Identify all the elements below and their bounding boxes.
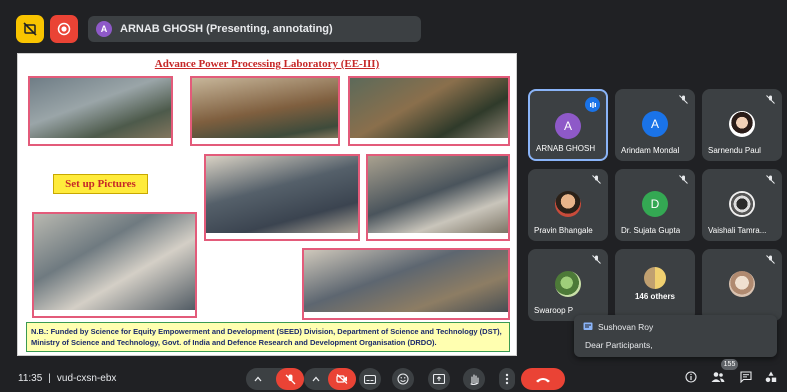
separator: |	[48, 373, 51, 384]
participant-name: Swaroop P	[534, 306, 574, 315]
meeting-code: vud-cxsn-ebx	[56, 373, 117, 384]
people-icon	[711, 372, 725, 382]
others-avatars	[644, 267, 666, 289]
mic-off-icon	[592, 175, 601, 186]
participant-tile[interactable]	[702, 249, 782, 321]
microphone-control[interactable]	[246, 368, 304, 390]
lab-photo-7	[302, 248, 510, 320]
participant-name: Arindam Mondal	[621, 146, 680, 155]
meeting-details-button[interactable]	[685, 370, 697, 388]
camera-off-icon	[336, 374, 348, 384]
chat-message: Dear Participants,	[585, 340, 653, 350]
presenting-label: ARNAB GHOSH (Presenting, annotating)	[120, 23, 333, 35]
mic-off-icon	[679, 175, 688, 186]
participant-name: Pravin Bhangale	[534, 226, 593, 235]
chat-sender: Sushovan Roy	[583, 322, 653, 332]
raise-hand-button[interactable]	[463, 368, 485, 390]
participant-tile[interactable]: Sarnendu Paul	[702, 89, 782, 161]
chat-notification[interactable]: Sushovan Roy Dear Participants,	[574, 315, 777, 357]
hide-annotations-button[interactable]	[16, 15, 44, 43]
avatar	[555, 191, 581, 217]
presentation-slide: Advance Power Processing Laboratory (EE-…	[17, 53, 517, 356]
activities-button[interactable]	[765, 370, 777, 388]
others-tile[interactable]: 146 others	[615, 249, 695, 321]
participant-name: Sarnendu Paul	[708, 146, 761, 155]
people-count-badge: 155	[721, 359, 738, 370]
lab-photo-1	[28, 76, 173, 146]
mic-off-button[interactable]	[276, 368, 304, 390]
chevron-up-icon	[312, 376, 320, 382]
avatar: A	[555, 113, 581, 139]
participant-name: ARNAB GHOSH	[536, 144, 596, 153]
participant-tile[interactable]: Swaroop P	[528, 249, 608, 321]
stop-presenting-button[interactable]	[50, 15, 78, 43]
leave-call-button[interactable]	[521, 368, 565, 390]
avatar	[729, 271, 755, 297]
present-button[interactable]	[428, 368, 450, 390]
others-count: 146 others	[634, 292, 676, 301]
mic-off-icon	[679, 95, 688, 106]
more-vert-icon	[505, 373, 509, 385]
lab-photo-4	[204, 154, 360, 241]
slide-title: Advance Power Processing Laboratory (EE-…	[154, 58, 380, 70]
lab-photo-3	[348, 76, 510, 146]
captions-icon	[364, 374, 376, 384]
avatar: A	[642, 111, 668, 137]
avatar: D	[642, 191, 668, 217]
funding-note: N.B.: Funded by Science for Equity Empow…	[26, 322, 510, 352]
mic-off-icon	[766, 255, 775, 266]
participant-tile[interactable]: A Arindam Mondal	[615, 89, 695, 161]
captions-button[interactable]	[359, 368, 381, 390]
participant-tile[interactable]: Pravin Bhangale	[528, 169, 608, 241]
chat-sender-name: Sushovan Roy	[598, 322, 654, 332]
chat-icon	[740, 371, 752, 384]
lab-photo-5	[366, 154, 510, 241]
annotation-off-icon	[23, 22, 37, 36]
record-icon	[57, 22, 71, 36]
emoji-button[interactable]	[392, 368, 414, 390]
chat-icon	[583, 322, 593, 330]
setup-pictures-label: Set up Pictures	[53, 174, 148, 194]
emoji-icon	[397, 373, 409, 385]
participant-name: Dr. Sujata Gupta	[621, 226, 681, 235]
speaking-indicator-icon	[585, 97, 600, 112]
mic-off-icon	[592, 255, 601, 266]
participant-tile[interactable]: A ARNAB GHOSH	[528, 89, 608, 161]
mic-off-icon	[285, 374, 295, 384]
mic-off-icon	[766, 95, 775, 106]
camera-control[interactable]	[304, 368, 356, 390]
hang-up-icon	[536, 377, 550, 382]
hand-icon	[469, 374, 479, 385]
chevron-up-icon	[254, 376, 262, 382]
camera-off-button[interactable]	[328, 368, 356, 390]
participant-tile[interactable]: Vaishali Tamra...	[702, 169, 782, 241]
meeting-info: 11:35 | vud-cxsn-ebx	[18, 373, 116, 384]
avatar	[729, 191, 755, 217]
present-screen-icon	[433, 374, 445, 384]
participant-name: Vaishali Tamra...	[708, 226, 767, 235]
avatar	[555, 271, 581, 297]
participant-tile[interactable]: D Dr. Sujata Gupta	[615, 169, 695, 241]
avatar	[729, 111, 755, 137]
more-options-button[interactable]	[499, 368, 515, 390]
bottom-toolbar: 11:35 | vud-cxsn-ebx	[0, 364, 787, 392]
top-bar: A ARNAB GHOSH (Presenting, annotating)	[16, 14, 421, 44]
lab-photo-2	[190, 76, 340, 146]
clock: 11:35	[18, 373, 43, 384]
chat-button[interactable]	[740, 370, 752, 388]
people-button[interactable]	[711, 370, 725, 388]
lab-photo-6	[32, 212, 197, 318]
presenting-indicator: A ARNAB GHOSH (Presenting, annotating)	[88, 16, 421, 42]
mic-off-icon	[766, 175, 775, 186]
meet-window: A ARNAB GHOSH (Presenting, annotating) A…	[0, 0, 787, 392]
info-icon	[685, 371, 697, 383]
activities-icon	[765, 371, 777, 383]
presenter-avatar: A	[96, 21, 112, 37]
